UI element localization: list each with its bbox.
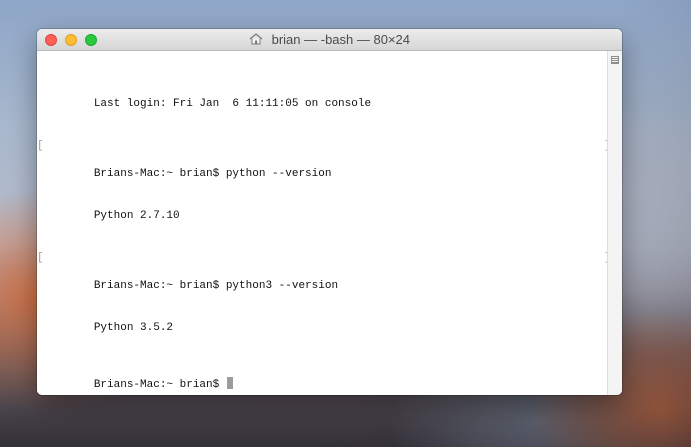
terminal-window[interactable]: brian — -bash — 80×24 Last login: Fri Ja… [37,29,622,395]
terminal-content[interactable]: Last login: Fri Jan 6 11:11:05 on consol… [37,51,611,395]
terminal-prompt[interactable]: Brians-Mac:~ brian$ [94,379,226,391]
terminal-line: Last login: Fri Jan 6 11:11:05 on consol… [41,83,607,110]
terminal-line-text: Brians-Mac:~ brian$ python3 --version [93,280,339,292]
terminal-line-text: Last login: Fri Jan 6 11:11:05 on consol… [93,98,372,110]
terminal-line: Python 3.5.2 [41,307,607,334]
window-title: brian — -bash — 80×24 [37,32,622,48]
home-icon [249,33,263,45]
resize-icon[interactable] [611,56,619,64]
terminal-line: [ Brians-Mac:~ brian$ python --version ] [37,139,611,180]
terminal-line-text: Python 2.7.10 [93,210,180,222]
scroll-area[interactable] [607,51,622,395]
terminal-line-text: Brians-Mac:~ brian$ python --version [93,168,332,180]
line-marker-left: [ [37,140,44,152]
window-titlebar[interactable]: brian — -bash — 80×24 [37,29,622,51]
text-cursor [226,377,233,389]
window-title-text: brian — -bash — 80×24 [271,32,410,47]
terminal-line: [ Brians-Mac:~ brian$ python3 --version … [37,251,611,292]
terminal-line: Python 2.7.10 [41,195,607,222]
terminal-line-text: Python 3.5.2 [93,322,174,334]
line-marker-left: [ [37,252,44,264]
terminal-prompt-line[interactable]: Brians-Mac:~ brian$ [41,363,607,391]
terminal-output[interactable]: Last login: Fri Jan 6 11:11:05 on consol… [37,55,611,395]
